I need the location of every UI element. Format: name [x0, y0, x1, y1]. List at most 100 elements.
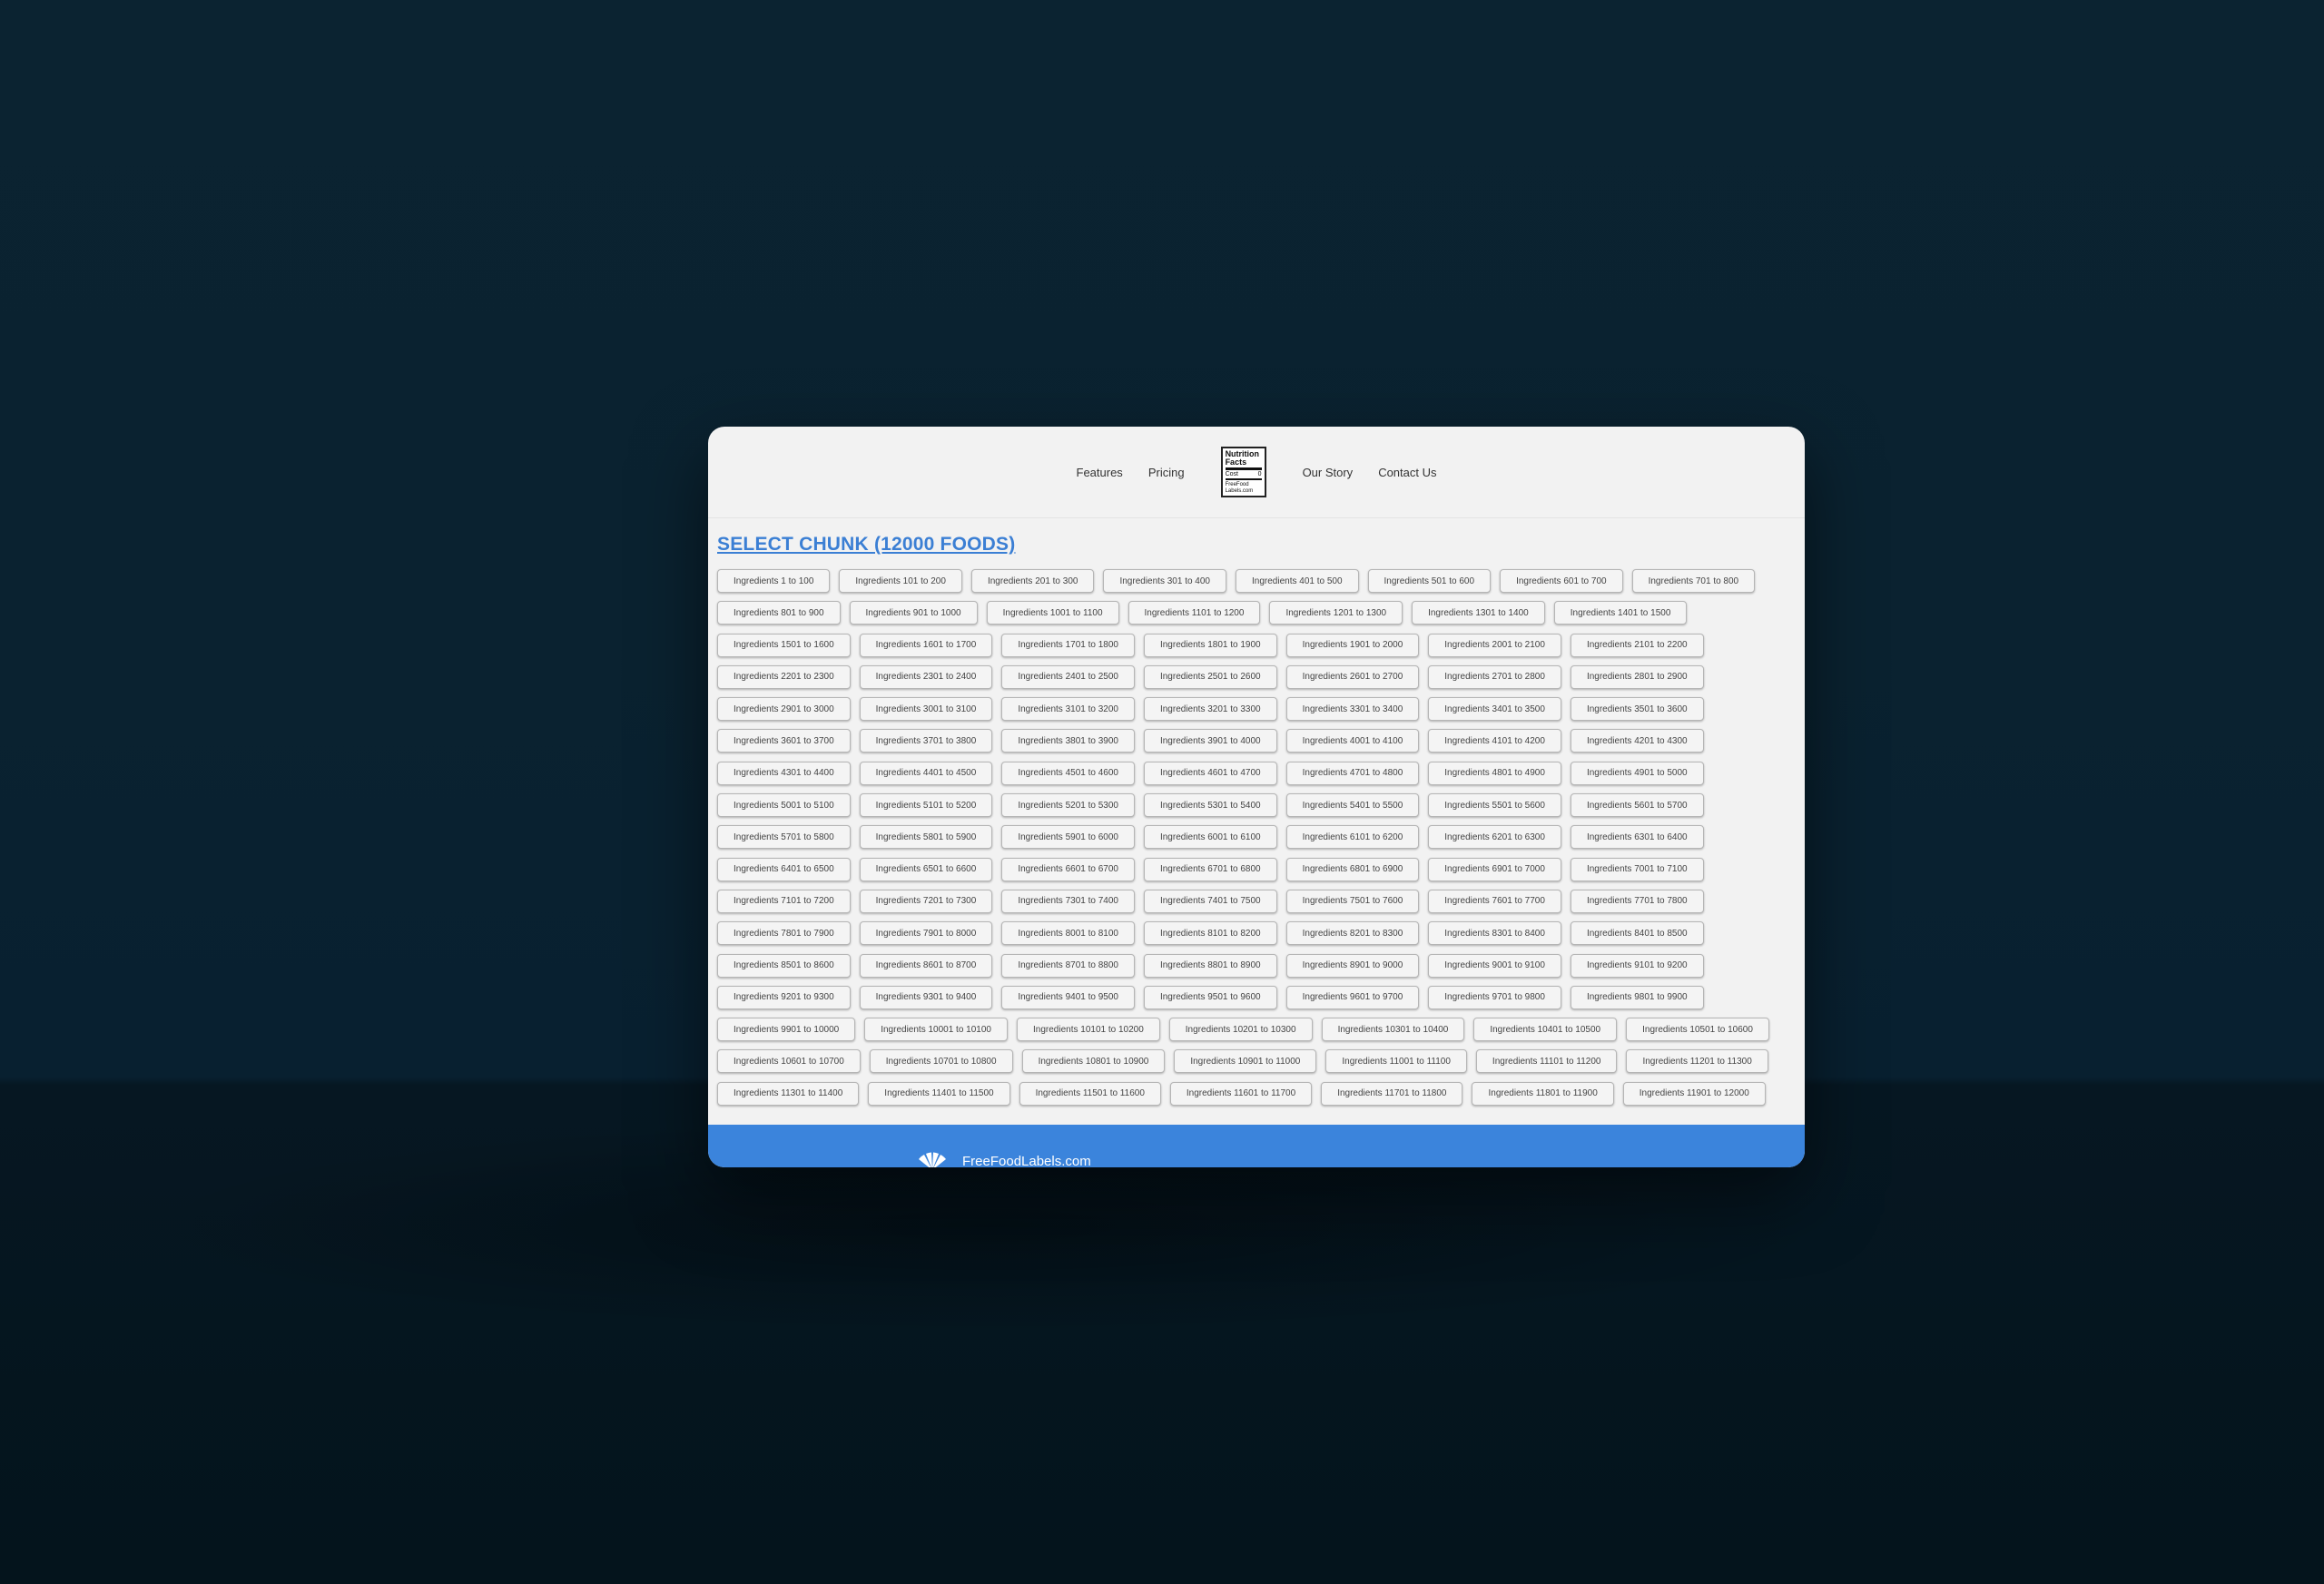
chunk-button[interactable]: Ingredients 8701 to 8800: [1001, 953, 1135, 978]
chunk-button[interactable]: Ingredients 9901 to 10000: [717, 1018, 856, 1042]
chunk-button[interactable]: Ingredients 7701 to 7800: [1570, 889, 1704, 913]
chunk-button[interactable]: Ingredients 7401 to 7500: [1143, 889, 1277, 913]
chunk-button[interactable]: Ingredients 11301 to 11400: [717, 1081, 860, 1106]
chunk-button[interactable]: Ingredients 601 to 700: [1500, 569, 1623, 593]
chunk-button[interactable]: Ingredients 4601 to 4700: [1143, 761, 1277, 785]
chunk-button[interactable]: Ingredients 1401 to 1500: [1553, 601, 1688, 625]
chunk-button[interactable]: Ingredients 6601 to 6700: [1001, 857, 1135, 881]
chunk-button[interactable]: Ingredients 4101 to 4200: [1428, 729, 1561, 753]
chunk-button[interactable]: Ingredients 9701 to 9800: [1428, 985, 1561, 1009]
chunk-button[interactable]: Ingredients 9201 to 9300: [717, 985, 851, 1009]
chunk-button[interactable]: Ingredients 201 to 300: [970, 569, 1095, 593]
chunk-button[interactable]: Ingredients 7601 to 7700: [1428, 889, 1561, 913]
nav-our-story-link[interactable]: Our Story: [1290, 466, 1366, 479]
chunk-button[interactable]: Ingredients 4801 to 4900: [1428, 761, 1561, 785]
chunk-button[interactable]: Ingredients 1 to 100: [717, 569, 831, 593]
chunk-button[interactable]: Ingredients 4301 to 4400: [717, 761, 851, 785]
chunk-button[interactable]: Ingredients 5101 to 5200: [859, 793, 993, 818]
chunk-button[interactable]: Ingredients 8301 to 8400: [1428, 921, 1561, 946]
chunk-button[interactable]: Ingredients 5801 to 5900: [859, 825, 993, 850]
chunk-button[interactable]: Ingredients 10701 to 10800: [869, 1049, 1013, 1074]
chunk-button[interactable]: Ingredients 11501 to 11600: [1019, 1081, 1161, 1106]
chunk-button[interactable]: Ingredients 5401 to 5500: [1285, 793, 1420, 818]
chunk-button[interactable]: Ingredients 1001 to 1100: [986, 601, 1119, 625]
chunk-button[interactable]: Ingredients 2901 to 3000: [717, 697, 851, 722]
nav-features-link[interactable]: Features: [1064, 466, 1136, 479]
chunk-button[interactable]: Ingredients 9001 to 9100: [1428, 953, 1561, 978]
chunk-button[interactable]: Ingredients 11601 to 11700: [1169, 1081, 1313, 1106]
chunk-button[interactable]: Ingredients 1801 to 1900: [1143, 633, 1277, 657]
nav-pricing-link[interactable]: Pricing: [1136, 466, 1197, 479]
chunk-button[interactable]: Ingredients 7501 to 7600: [1285, 889, 1420, 913]
chunk-button[interactable]: Ingredients 3901 to 4000: [1143, 729, 1277, 753]
chunk-button[interactable]: Ingredients 801 to 900: [717, 601, 841, 625]
chunk-button[interactable]: Ingredients 3001 to 3100: [859, 697, 993, 722]
chunk-button[interactable]: Ingredients 3401 to 3500: [1428, 697, 1561, 722]
chunk-button[interactable]: Ingredients 7201 to 7300: [859, 889, 993, 913]
chunk-button[interactable]: Ingredients 1601 to 1700: [859, 633, 993, 657]
chunk-button[interactable]: Ingredients 6101 to 6200: [1285, 825, 1420, 850]
chunk-button[interactable]: Ingredients 8101 to 8200: [1143, 921, 1277, 946]
chunk-button[interactable]: Ingredients 6401 to 6500: [717, 857, 851, 881]
chunk-button[interactable]: Ingredients 2301 to 2400: [859, 664, 993, 689]
chunk-button[interactable]: Ingredients 9101 to 9200: [1570, 953, 1704, 978]
chunk-button[interactable]: Ingredients 6901 to 7000: [1428, 857, 1561, 881]
chunk-button[interactable]: Ingredients 3201 to 3300: [1143, 697, 1277, 722]
chunk-button[interactable]: Ingredients 10601 to 10700: [717, 1049, 861, 1074]
chunk-button[interactable]: Ingredients 3501 to 3600: [1570, 697, 1704, 722]
nutrition-facts-logo[interactable]: Nutrition Facts Cost 0 FreeFood Labels.c…: [1220, 447, 1266, 497]
chunk-button[interactable]: Ingredients 9501 to 9600: [1143, 985, 1277, 1009]
chunk-button[interactable]: Ingredients 6701 to 6800: [1143, 857, 1277, 881]
chunk-button[interactable]: Ingredients 1701 to 1800: [1001, 633, 1135, 657]
chunk-button[interactable]: Ingredients 701 to 800: [1631, 569, 1756, 593]
chunk-button[interactable]: Ingredients 1501 to 1600: [717, 633, 851, 657]
chunk-button[interactable]: Ingredients 7101 to 7200: [717, 889, 851, 913]
chunk-button[interactable]: Ingredients 5701 to 5800: [717, 825, 851, 850]
chunk-button[interactable]: Ingredients 8601 to 8700: [859, 953, 993, 978]
chunk-button[interactable]: Ingredients 9401 to 9500: [1001, 985, 1135, 1009]
chunk-button[interactable]: Ingredients 2501 to 2600: [1143, 664, 1277, 689]
chunk-button[interactable]: Ingredients 9601 to 9700: [1285, 985, 1420, 1009]
chunk-button[interactable]: Ingredients 7801 to 7900: [717, 921, 851, 946]
chunk-button[interactable]: Ingredients 3101 to 3200: [1001, 697, 1135, 722]
chunk-button[interactable]: Ingredients 4001 to 4100: [1285, 729, 1420, 753]
chunk-button[interactable]: Ingredients 501 to 600: [1367, 569, 1492, 593]
chunk-button[interactable]: Ingredients 7901 to 8000: [859, 921, 993, 946]
chunk-button[interactable]: Ingredients 2101 to 2200: [1570, 633, 1704, 657]
chunk-button[interactable]: Ingredients 2201 to 2300: [717, 664, 851, 689]
chunk-button[interactable]: Ingredients 8001 to 8100: [1001, 921, 1135, 946]
chunk-button[interactable]: Ingredients 8801 to 8900: [1143, 953, 1277, 978]
chunk-button[interactable]: Ingredients 7301 to 7400: [1001, 889, 1135, 913]
chunk-button[interactable]: Ingredients 10901 to 11000: [1174, 1049, 1317, 1074]
chunk-button[interactable]: Ingredients 101 to 200: [839, 569, 962, 593]
chunk-button[interactable]: Ingredients 5601 to 5700: [1570, 793, 1704, 818]
footer-brand-text[interactable]: FreeFoodLabels.com: [962, 1154, 1091, 1167]
chunk-button[interactable]: Ingredients 2801 to 2900: [1570, 664, 1704, 689]
chunk-button[interactable]: Ingredients 3801 to 3900: [1001, 729, 1135, 753]
chunk-button[interactable]: Ingredients 4501 to 4600: [1001, 761, 1135, 785]
chunk-button[interactable]: Ingredients 6801 to 6900: [1285, 857, 1420, 881]
chunk-button[interactable]: Ingredients 301 to 400: [1103, 569, 1226, 593]
chunk-button[interactable]: Ingredients 10001 to 10100: [864, 1018, 1008, 1042]
chunk-button[interactable]: Ingredients 10501 to 10600: [1626, 1018, 1769, 1042]
chunk-button[interactable]: Ingredients 6001 to 6100: [1143, 825, 1277, 850]
chunk-button[interactable]: Ingredients 5301 to 5400: [1143, 793, 1277, 818]
chunk-button[interactable]: Ingredients 8201 to 8300: [1285, 921, 1420, 946]
chunk-button[interactable]: Ingredients 3601 to 3700: [717, 729, 851, 753]
chunk-button[interactable]: Ingredients 8901 to 9000: [1285, 953, 1420, 978]
chunk-button[interactable]: Ingredients 2701 to 2800: [1428, 664, 1561, 689]
chunk-button[interactable]: Ingredients 5201 to 5300: [1001, 793, 1135, 818]
chunk-button[interactable]: Ingredients 11401 to 11500: [868, 1081, 1010, 1106]
chunk-button[interactable]: Ingredients 4401 to 4500: [859, 761, 993, 785]
chunk-button[interactable]: Ingredients 10101 to 10200: [1017, 1018, 1160, 1042]
chunk-button[interactable]: Ingredients 6301 to 6400: [1570, 825, 1704, 850]
nav-contact-link[interactable]: Contact Us: [1365, 466, 1449, 479]
chunk-button[interactable]: Ingredients 11701 to 11800: [1321, 1081, 1463, 1106]
chunk-button[interactable]: Ingredients 7001 to 7100: [1570, 857, 1704, 881]
chunk-button[interactable]: Ingredients 2601 to 2700: [1285, 664, 1420, 689]
chunk-button[interactable]: Ingredients 4901 to 5000: [1570, 761, 1704, 785]
chunk-button[interactable]: Ingredients 10301 to 10400: [1321, 1018, 1465, 1042]
chunk-button[interactable]: Ingredients 10201 to 10300: [1168, 1018, 1313, 1042]
chunk-button[interactable]: Ingredients 11901 to 12000: [1622, 1081, 1766, 1106]
chunk-button[interactable]: Ingredients 5001 to 5100: [717, 793, 851, 818]
